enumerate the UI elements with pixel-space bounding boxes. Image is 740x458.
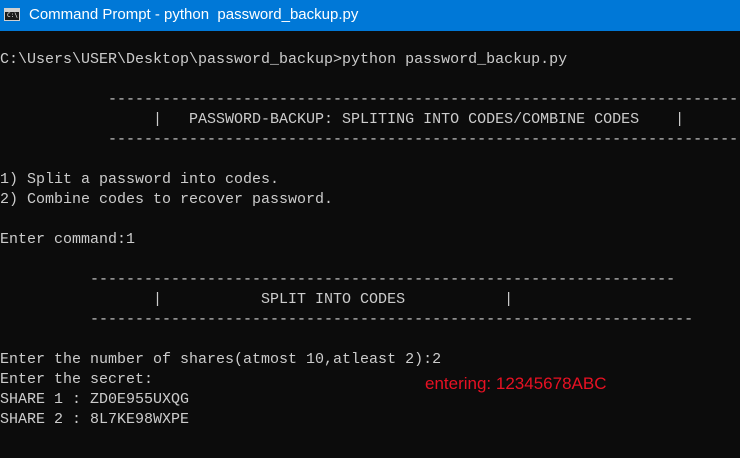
cmd-icon[interactable]: C:\ <box>4 8 20 21</box>
console-line-menu-option: 1) Split a password into codes. <box>0 171 280 188</box>
console-line-separator: ----------------------------------------… <box>0 91 740 108</box>
cmd-icon-glyph: C:\ <box>7 12 18 19</box>
console-line-share: SHARE 1 : ZD0E955UXQG <box>0 391 190 408</box>
title-bar[interactable]: C:\ Command Prompt - python password_bac… <box>0 0 740 31</box>
console-line-command: C:\Users\USER\Desktop\password_backup>py… <box>0 51 568 68</box>
command-prompt-window: C:\ Command Prompt - python password_bac… <box>0 0 740 458</box>
console-line-input: Enter command:1 <box>0 231 136 248</box>
window-title: Command Prompt - python password_backup.… <box>29 6 359 23</box>
console-line-share: SHARE 2 : 8L7KE98WXPE <box>0 411 190 428</box>
annotation-text: entering: 12345678ABC <box>425 374 607 393</box>
console-line-separator: ----------------------------------------… <box>0 271 676 288</box>
console-output[interactable]: C:\Users\USER\Desktop\password_backup>py… <box>0 31 740 458</box>
console-line-separator: ----------------------------------------… <box>0 131 740 148</box>
console-line-menu-option: 2) Combine codes to recover password. <box>0 191 334 208</box>
console-line-separator: ----------------------------------------… <box>0 311 694 328</box>
console-line-input: Enter the number of shares(atmost 10,atl… <box>0 351 442 368</box>
console-line-header: | PASSWORD-BACKUP: SPLITING INTO CODES/C… <box>0 111 685 128</box>
console-line-header: | SPLIT INTO CODES | <box>0 291 514 308</box>
console-line-input: Enter the secret: <box>0 371 154 388</box>
